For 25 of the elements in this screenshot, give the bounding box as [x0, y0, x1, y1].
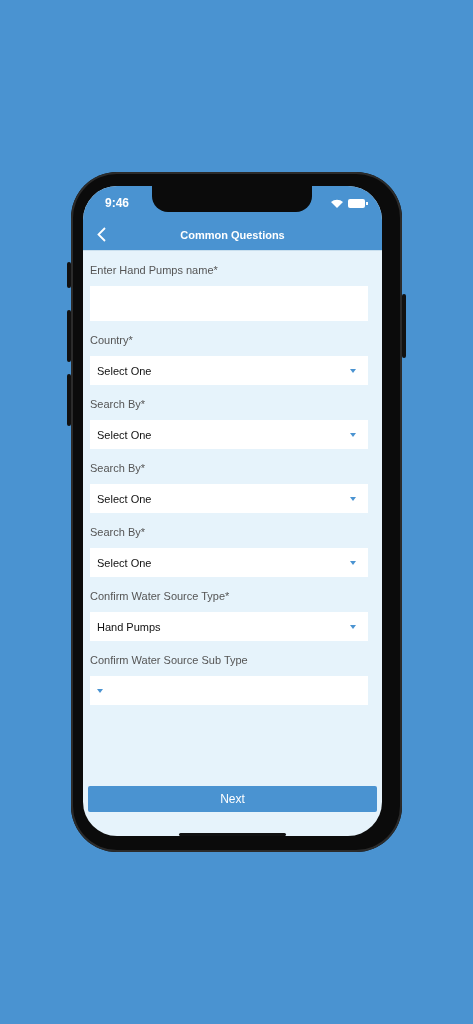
dropdown[interactable]: Select One: [90, 484, 368, 513]
dropdown-arrow-icon: [350, 624, 356, 629]
dropdown[interactable]: Select One: [90, 548, 368, 577]
screen-title: Common Questions: [180, 229, 285, 241]
wifi-icon: [331, 198, 343, 208]
field-label: Country*: [90, 334, 134, 346]
field-label: Search By*: [90, 462, 147, 474]
field-label: Search By*: [90, 398, 147, 410]
dropdown[interactable]: Select One: [90, 356, 368, 385]
dropdown[interactable]: [90, 676, 368, 705]
dropdown-arrow-icon: [97, 688, 103, 693]
field-label: Confirm Water Source Sub Type: [90, 654, 249, 666]
field-label: Enter Hand Pumps name*: [90, 264, 219, 276]
status-time: 9:46: [105, 196, 130, 210]
dropdown-arrow-icon: [350, 432, 356, 437]
dropdown-arrow-icon: [350, 496, 356, 501]
dropdown[interactable]: Hand Pumps: [90, 612, 368, 641]
dropdown[interactable]: Select One: [90, 420, 368, 449]
dropdown-arrow-icon: [350, 560, 356, 565]
back-icon[interactable]: [97, 227, 106, 242]
field-label: Confirm Water Source Type*: [90, 590, 231, 602]
input-field[interactable]: [90, 286, 368, 321]
dropdown-arrow-icon: [350, 368, 356, 373]
field-label: Search By*: [90, 526, 147, 538]
battery-icon: [348, 198, 368, 208]
